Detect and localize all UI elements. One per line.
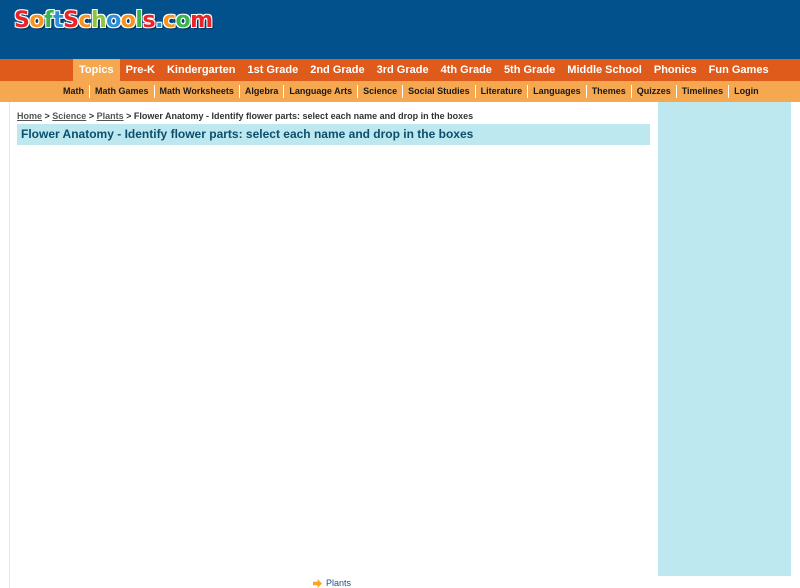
nav-secondary-literature[interactable]: Literature	[474, 85, 528, 98]
nav-secondary-social-studies[interactable]: Social Studies	[402, 85, 475, 98]
breadcrumb-plants-link[interactable]: Plants	[97, 111, 124, 121]
logo-letter: o	[29, 8, 44, 33]
logo-letter: S	[14, 8, 30, 33]
logo-letter: c	[78, 8, 91, 33]
nav-secondary-math[interactable]: Math	[58, 85, 89, 98]
logo-letter: o	[175, 8, 191, 33]
logo-letter: h	[91, 8, 107, 33]
nav-primary-pre-k[interactable]: Pre-K	[120, 59, 161, 81]
page-title: Flower Anatomy - Identify flower parts: …	[21, 127, 474, 141]
logo-letter: m	[190, 8, 213, 33]
nav-primary-4th-grade[interactable]: 4th Grade	[435, 59, 498, 81]
breadcrumb-separator: >	[42, 111, 53, 121]
logo-letter: o	[120, 8, 136, 33]
nav-secondary-math-worksheets[interactable]: Math Worksheets	[153, 85, 239, 98]
breadcrumb-separator: >	[86, 111, 97, 121]
nav-secondary-themes[interactable]: Themes	[585, 85, 631, 98]
nav-secondary-login[interactable]: Login	[728, 85, 764, 98]
nav-secondary-languages[interactable]: Languages	[527, 85, 586, 98]
logo-letter: t	[53, 8, 64, 33]
related-link-plants[interactable]: Plants	[313, 577, 351, 588]
nav-primary-middle-school[interactable]: Middle School	[561, 59, 648, 81]
nav-secondary-algebra[interactable]: Algebra	[238, 85, 284, 98]
logo-letter: f	[43, 8, 54, 33]
main-content-area	[9, 102, 658, 588]
nav-primary-kindergarten[interactable]: Kindergarten	[161, 59, 241, 81]
nav-primary-5th-grade[interactable]: 5th Grade	[498, 59, 561, 81]
nav-secondary-timelines[interactable]: Timelines	[675, 85, 728, 98]
breadcrumb-current: Flower Anatomy - Identify flower parts: …	[133, 111, 474, 121]
logo-letter: S	[63, 8, 79, 33]
sidebar-ad-panel	[658, 102, 791, 576]
breadcrumb-home-link[interactable]: Home	[17, 111, 42, 121]
site-header: SoftSchools.com	[0, 0, 800, 59]
logo-letter: l	[135, 8, 143, 33]
secondary-nav: Math Math Games Math Worksheets Algebra Lang…	[0, 81, 800, 102]
breadcrumb-separator: >	[123, 111, 134, 121]
page-title-bar: Flower Anatomy - Identify flower parts: …	[17, 124, 650, 145]
nav-primary-topics[interactable]: Topics	[73, 59, 120, 81]
breadcrumb-science-link[interactable]: Science	[52, 111, 86, 121]
arrow-right-icon	[313, 578, 322, 588]
nav-secondary-math-games[interactable]: Math Games	[89, 85, 154, 98]
nav-secondary-science[interactable]: Science	[357, 85, 402, 98]
nav-secondary-language-arts[interactable]: Language Arts	[283, 85, 357, 98]
nav-primary-3rd-grade[interactable]: 3rd Grade	[371, 59, 435, 81]
logo-letter: c	[162, 8, 176, 33]
logo-letter: .	[155, 8, 163, 33]
related-link-label: Plants	[326, 578, 352, 588]
nav-primary-fun-games[interactable]: Fun Games	[703, 59, 775, 81]
nav-primary-2nd-grade[interactable]: 2nd Grade	[304, 59, 370, 81]
logo-letter: s	[142, 8, 156, 33]
primary-nav: Topics Pre-K Kindergarten 1st Grade 2nd Grad…	[0, 59, 800, 81]
softschools-logo[interactable]: SoftSchools.com	[14, 6, 213, 36]
nav-primary-phonics[interactable]: Phonics	[648, 59, 703, 81]
logo-letter: o	[106, 8, 121, 33]
breadcrumb: Home > Science > Plants > Flower Anatomy…	[17, 110, 473, 122]
nav-secondary-quizzes[interactable]: Quizzes	[630, 85, 676, 98]
nav-primary-1st-grade[interactable]: 1st Grade	[241, 59, 304, 81]
